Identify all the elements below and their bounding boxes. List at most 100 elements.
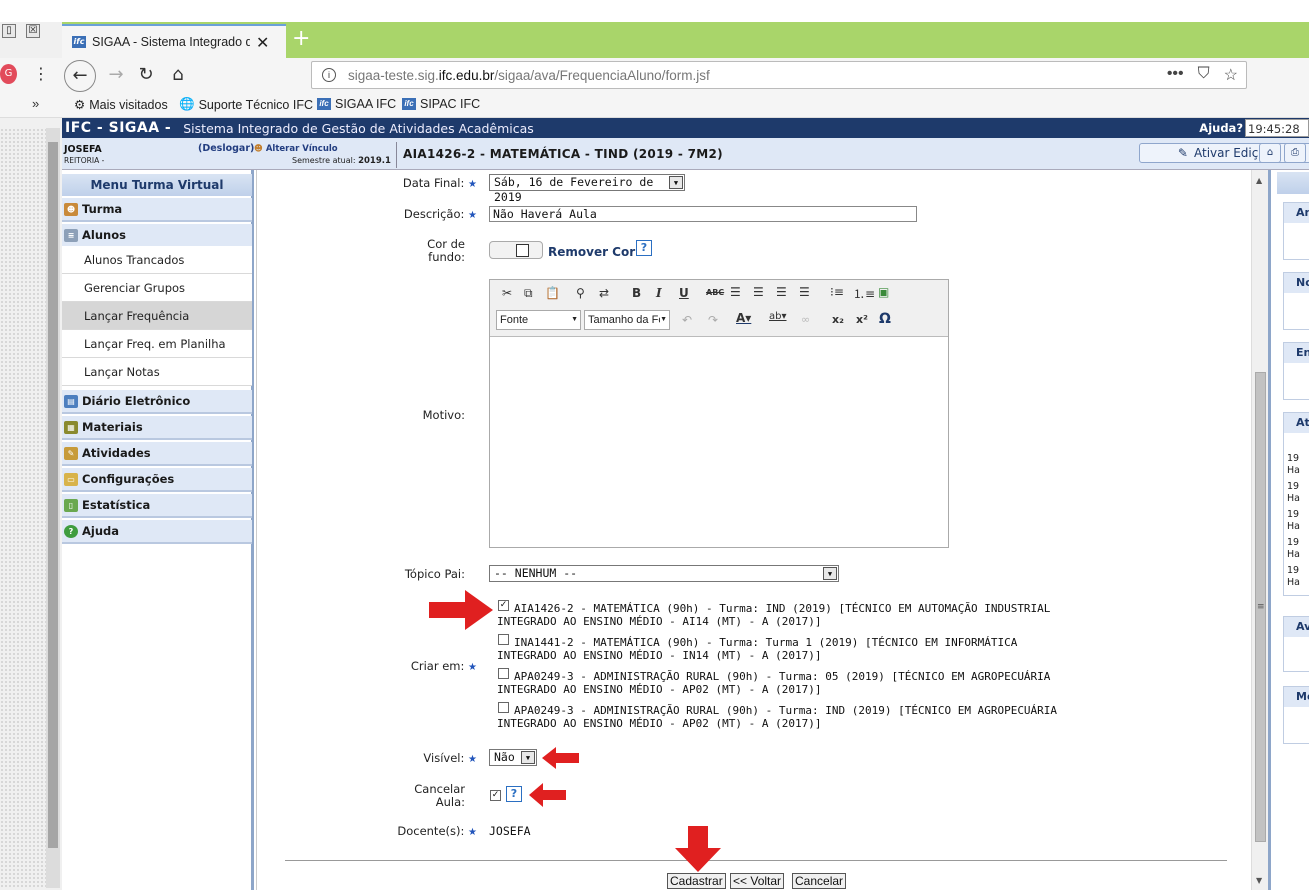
cadastrar-button[interactable]: Cadastrar bbox=[667, 873, 726, 889]
menu-item-lancar-freq-planilha[interactable]: Lançar Freq. em Planilha bbox=[62, 330, 252, 358]
back-button[interactable]: ← bbox=[64, 60, 96, 92]
bold-icon[interactable]: B bbox=[632, 286, 641, 300]
cancelar-button[interactable]: Cancelar bbox=[792, 873, 847, 889]
restore-button[interactable]: ▯ bbox=[2, 24, 16, 38]
bookmark-sigaa[interactable]: ifc SIGAA IFC bbox=[317, 97, 396, 111]
list-icon: ≡ bbox=[64, 228, 78, 242]
cancelar-aula-checkbox[interactable]: ✓ bbox=[490, 790, 501, 801]
font-size-select[interactable]: Tamanho da Fc ▼ bbox=[584, 310, 670, 330]
change-link[interactable]: ☻ Alterar Vínculo bbox=[254, 144, 338, 154]
align-center-icon[interactable]: ☰ bbox=[753, 285, 764, 299]
menu-section-turma[interactable]: ☻ Turma bbox=[62, 198, 252, 222]
activity-title[interactable]: Ha bbox=[1287, 577, 1300, 588]
visivel-select[interactable]: Não ▼ bbox=[489, 749, 537, 766]
content-scrollbar[interactable]: ▲ ≡ ▼ bbox=[1251, 170, 1268, 890]
browser-tabstrip: ▯ ☒ ifc SIGAA - Sistema Integrado de G ✕… bbox=[0, 0, 1309, 58]
bookmark-suporte[interactable]: 🌐 Suporte Técnico IFC bbox=[179, 97, 313, 112]
bookmark-mais-visitados[interactable]: ⚙ Mais visitados bbox=[74, 97, 168, 113]
pocket-icon[interactable]: ⛉ bbox=[1198, 65, 1210, 85]
reload-button[interactable]: ↻ bbox=[130, 60, 162, 92]
remove-color-link[interactable]: Remover Cor bbox=[548, 245, 635, 259]
print-icon[interactable]: ⎙ bbox=[1284, 143, 1306, 163]
special-char-icon[interactable]: Ω bbox=[879, 311, 891, 327]
outer-scrollbar-thumb[interactable] bbox=[48, 142, 58, 848]
menu-item-lancar-frequencia[interactable]: Lançar Frequência bbox=[62, 302, 252, 330]
activity-title[interactable]: Ha bbox=[1287, 549, 1300, 560]
menu-item-alunos-trancados[interactable]: Alunos Trancados bbox=[62, 246, 252, 274]
menu-item-lancar-notas[interactable]: Lançar Notas bbox=[62, 358, 252, 386]
color-picker[interactable] bbox=[489, 241, 543, 259]
right-sidebar-header bbox=[1277, 172, 1309, 194]
book-icon: ▤ bbox=[64, 394, 78, 408]
profile-avatar[interactable]: G bbox=[0, 64, 17, 84]
home-button[interactable]: ⌂ bbox=[162, 60, 194, 92]
copy-icon[interactable]: ⧉ bbox=[524, 286, 533, 301]
activity-title[interactable]: Ha bbox=[1287, 521, 1300, 532]
strikethrough-icon[interactable]: ABC bbox=[706, 288, 724, 297]
superscript-icon[interactable]: x² bbox=[856, 313, 868, 326]
help-icon[interactable]: ? bbox=[506, 786, 522, 802]
logout-link[interactable]: (Deslogar) bbox=[198, 143, 254, 154]
cut-icon[interactable]: ✂ bbox=[502, 286, 512, 300]
data-final-select[interactable]: Sáb, 16 de Fevereiro de 2019 ▼ bbox=[489, 174, 685, 204]
dropdown-arrow-icon: ▼ bbox=[660, 311, 667, 329]
find-icon[interactable]: ⚲ bbox=[576, 286, 585, 300]
menu-section-configuracoes[interactable]: ▭ Configurações bbox=[62, 468, 252, 492]
undo-icon[interactable]: ↶ bbox=[682, 313, 692, 327]
topico-pai-select[interactable]: -- NENHUM -- ▼ bbox=[489, 565, 839, 582]
home-icon[interactable]: ⌂ bbox=[1259, 143, 1281, 163]
menu-section-ajuda[interactable]: ? Ajuda bbox=[62, 520, 252, 544]
voltar-button[interactable]: << Voltar bbox=[730, 873, 785, 889]
help-icon[interactable]: ? bbox=[636, 240, 652, 256]
page-actions-icon[interactable]: ••• bbox=[1167, 65, 1184, 85]
menu-section-alunos[interactable]: ≡ Alunos bbox=[62, 224, 252, 248]
menu-kebab-icon[interactable]: ⋮ bbox=[33, 64, 49, 83]
new-tab-button[interactable]: + bbox=[292, 26, 310, 51]
underline-icon[interactable]: U bbox=[679, 286, 689, 300]
numbered-list-icon[interactable]: ⒈≡ bbox=[853, 285, 875, 302]
panel-anuncios: Anúncios bbox=[1283, 202, 1309, 260]
paste-icon[interactable]: 📋 bbox=[545, 286, 560, 300]
close-window-button[interactable]: ☒ bbox=[26, 24, 40, 38]
menu-section-materiais[interactable]: ▦ Materiais bbox=[62, 416, 252, 440]
bookmark-sipac[interactable]: ifc SIPAC IFC bbox=[402, 97, 480, 111]
bulleted-list-icon[interactable]: ⁝≡ bbox=[830, 285, 844, 299]
subscript-icon[interactable]: x₂ bbox=[832, 313, 844, 326]
bookmarks-overflow-icon[interactable]: » bbox=[32, 96, 39, 111]
link-icon[interactable]: ∞ bbox=[801, 313, 810, 326]
menu-section-diario[interactable]: ▤ Diário Eletrônico bbox=[62, 390, 252, 414]
site-info-icon[interactable]: i bbox=[322, 68, 336, 82]
dropdown-arrow-icon: ▼ bbox=[521, 751, 535, 764]
align-left-icon[interactable]: ☰ bbox=[730, 285, 741, 299]
tab-close-icon[interactable]: ✕ bbox=[256, 33, 269, 52]
forward-button[interactable]: → bbox=[100, 60, 132, 92]
docentes-label: Docente(s): ★ bbox=[397, 824, 477, 838]
justify-icon[interactable]: ☰ bbox=[799, 285, 810, 299]
align-right-icon[interactable]: ☰ bbox=[776, 285, 787, 299]
menu-title: Menu Turma Virtual bbox=[62, 174, 252, 196]
redo-icon[interactable]: ↷ bbox=[708, 313, 718, 327]
font-family-select[interactable]: Fonte ▼ bbox=[496, 310, 581, 330]
descricao-input[interactable]: Não Haverá Aula bbox=[489, 206, 917, 222]
menu-section-atividades[interactable]: ✎ Atividades bbox=[62, 442, 252, 466]
replace-icon[interactable]: ⇄ bbox=[599, 286, 609, 300]
menu-section-estatistica[interactable]: ▯ Estatística bbox=[62, 494, 252, 518]
descricao-label: Descrição: ★ bbox=[403, 207, 477, 221]
image-icon[interactable]: ▣ bbox=[878, 285, 889, 299]
browser-tab[interactable]: ifc SIGAA - Sistema Integrado de G ✕ bbox=[62, 24, 286, 58]
editor-content-area[interactable] bbox=[490, 338, 948, 547]
activity-title[interactable]: Ha bbox=[1287, 493, 1300, 504]
scroll-down-icon[interactable]: ▼ bbox=[1256, 876, 1262, 885]
italic-icon[interactable]: I bbox=[656, 286, 662, 300]
address-bar[interactable]: i sigaa-teste.sig. ifc.edu.br/sigaa/ava/F… bbox=[311, 61, 1247, 89]
activity-title[interactable]: Ha bbox=[1287, 465, 1300, 476]
text-color-icon[interactable]: A▾ bbox=[736, 311, 751, 325]
brand-title: IFC - SIGAA - bbox=[65, 120, 172, 136]
data-final-label: Data Final: ★ bbox=[402, 176, 477, 190]
highlight-color-icon[interactable]: ab▾ bbox=[769, 311, 787, 322]
activity-date: 19 bbox=[1287, 509, 1300, 520]
scroll-up-icon[interactable]: ▲ bbox=[1256, 176, 1262, 185]
bookmark-star-icon[interactable]: ☆ bbox=[1224, 65, 1238, 85]
menu-item-gerenciar-grupos[interactable]: Gerenciar Grupos bbox=[62, 274, 252, 302]
help-link[interactable]: Ajuda? bbox=[1199, 121, 1243, 135]
